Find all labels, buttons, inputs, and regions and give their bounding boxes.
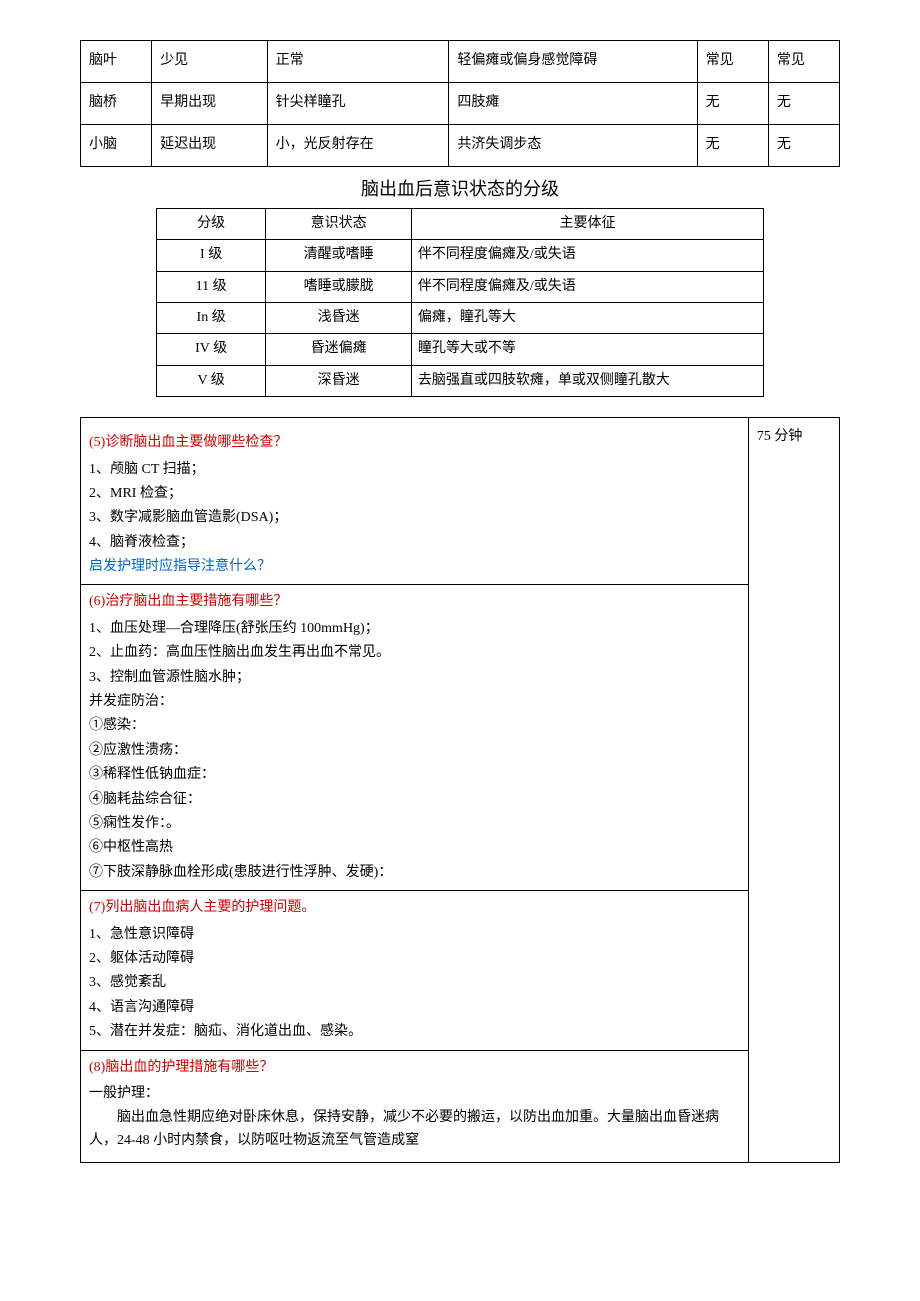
- section8-sub: 一般护理：: [89, 1083, 740, 1105]
- cell: 无: [697, 125, 768, 167]
- list-item: 并发症防治：: [89, 691, 740, 713]
- cell: 四肢瘫: [449, 83, 697, 125]
- section5-title: (5)诊断脑出血主要做哪些检查？: [89, 432, 740, 454]
- cell: 少见: [152, 41, 267, 83]
- cell: 11 级: [157, 271, 266, 302]
- list-item: 3、感觉紊乱: [89, 972, 740, 994]
- table-header-row: 分级 意识状态 主要体征: [157, 208, 764, 239]
- cell: 无: [697, 83, 768, 125]
- cell: 脑桥: [81, 83, 152, 125]
- cell: 正常: [267, 41, 449, 83]
- cell: 小脑: [81, 125, 152, 167]
- list-item: 2、躯体活动障碍: [89, 948, 740, 970]
- grading-table-title: 脑出血后意识状态的分级: [80, 175, 840, 204]
- list-item: 3、数字减影脑血管造影(DSA)；: [89, 507, 740, 529]
- cell: I 级: [157, 240, 266, 271]
- divider: [81, 1050, 748, 1051]
- time-label: 75 分钟: [757, 426, 831, 448]
- list-item: 1、颅脑 CT 扫描；: [89, 459, 740, 481]
- cell: 浅昏迷: [266, 302, 412, 333]
- section6-title: (6)治疗脑出血主要措施有哪些？: [89, 591, 740, 613]
- header-cell: 分级: [157, 208, 266, 239]
- divider: [81, 890, 748, 891]
- cell: 昏迷偏瘫: [266, 334, 412, 365]
- cell: In 级: [157, 302, 266, 333]
- section7-title: (7)列出脑出血病人主要的护理问题。: [89, 897, 740, 919]
- table-row: V 级 深昏迷 去脑强直或四肢软瘫，单或双侧瞳孔散大: [157, 365, 764, 396]
- list-item: 1、血压处理—合理降压(舒张压约 100mmHg)；: [89, 618, 740, 640]
- cell: 无: [768, 83, 839, 125]
- table-row: 脑叶 少见 正常 轻偏瘫或偏身感觉障碍 常见 常见: [81, 41, 840, 83]
- table-row: IV 级 昏迷偏瘫 瞳孔等大或不等: [157, 334, 764, 365]
- cell: 无: [768, 125, 839, 167]
- cell: IV 级: [157, 334, 266, 365]
- section8-title: (8)脑出血的护理措施有哪些？: [89, 1057, 740, 1079]
- cell: 嗜睡或朦胧: [266, 271, 412, 302]
- section5-note: 启发护理时应指导注意什么？: [89, 556, 740, 578]
- cell: 偏瘫，瞳孔等大: [411, 302, 763, 333]
- list-item: ⑤痫性发作：。: [89, 813, 740, 835]
- header-cell: 主要体征: [411, 208, 763, 239]
- list-item: ③稀释性低钠血症：: [89, 764, 740, 786]
- cell: 延迟出现: [152, 125, 267, 167]
- content-cell: (5)诊断脑出血主要做哪些检查？ 1、颅脑 CT 扫描； 2、MRI 检查； 3…: [81, 418, 749, 1163]
- table-row: 11 级 嗜睡或朦胧 伴不同程度偏瘫及/或失语: [157, 271, 764, 302]
- cell: 共济失调步态: [449, 125, 697, 167]
- divider: [81, 584, 748, 585]
- list-item: ⑥中枢性高热: [89, 837, 740, 859]
- cell: V 级: [157, 365, 266, 396]
- list-item: 5、潜在并发症：脑疝、消化道出血、感染。: [89, 1021, 740, 1043]
- cell: 针尖样瞳孔: [267, 83, 449, 125]
- cell: 去脑强直或四肢软瘫，单或双侧瞳孔散大: [411, 365, 763, 396]
- list-item: 4、脑脊液检查；: [89, 532, 740, 554]
- cell: 深昏迷: [266, 365, 412, 396]
- list-item: ①感染：: [89, 715, 740, 737]
- table-row: In 级 浅昏迷 偏瘫，瞳孔等大: [157, 302, 764, 333]
- cell: 脑叶: [81, 41, 152, 83]
- list-item: 2、MRI 检查；: [89, 483, 740, 505]
- list-item: ②应激性溃疡：: [89, 740, 740, 762]
- cell: 轻偏瘫或偏身感觉障碍: [449, 41, 697, 83]
- content-table: (5)诊断脑出血主要做哪些检查？ 1、颅脑 CT 扫描； 2、MRI 检查； 3…: [80, 417, 840, 1163]
- table-row: I 级 清醒或嗜睡 伴不同程度偏瘫及/或失语: [157, 240, 764, 271]
- cell: 常见: [768, 41, 839, 83]
- header-cell: 意识状态: [266, 208, 412, 239]
- grading-table: 分级 意识状态 主要体征 I 级 清醒或嗜睡 伴不同程度偏瘫及/或失语 11 级…: [156, 208, 764, 397]
- list-item: 1、急性意识障碍: [89, 924, 740, 946]
- cell: 小，光反射存在: [267, 125, 449, 167]
- table-row: 小脑 延迟出现 小，光反射存在 共济失调步态 无 无: [81, 125, 840, 167]
- table-row: 脑桥 早期出现 针尖样瞳孔 四肢瘫 无 无: [81, 83, 840, 125]
- cell: 常见: [697, 41, 768, 83]
- cell: 清醒或嗜睡: [266, 240, 412, 271]
- section8-para: 脑出血急性期应绝对卧床休息，保持安静，减少不必要的搬运，以防出血加重。大量脑出血…: [89, 1107, 740, 1152]
- symptom-table: 脑叶 少见 正常 轻偏瘫或偏身感觉障碍 常见 常见 脑桥 早期出现 针尖样瞳孔 …: [80, 40, 840, 167]
- list-item: ④脑耗盐综合征：: [89, 789, 740, 811]
- time-cell: 75 分钟: [748, 418, 839, 1163]
- cell: 瞳孔等大或不等: [411, 334, 763, 365]
- list-item: 3、控制血管源性脑水肿；: [89, 667, 740, 689]
- cell: 伴不同程度偏瘫及/或失语: [411, 271, 763, 302]
- cell: 伴不同程度偏瘫及/或失语: [411, 240, 763, 271]
- list-item: 2、止血药：高血压性脑出血发生再出血不常见。: [89, 642, 740, 664]
- list-item: ⑦下肢深静脉血栓形成(患肢进行性浮肿、发硬)：: [89, 862, 740, 884]
- list-item: 4、语言沟通障碍: [89, 997, 740, 1019]
- cell: 早期出现: [152, 83, 267, 125]
